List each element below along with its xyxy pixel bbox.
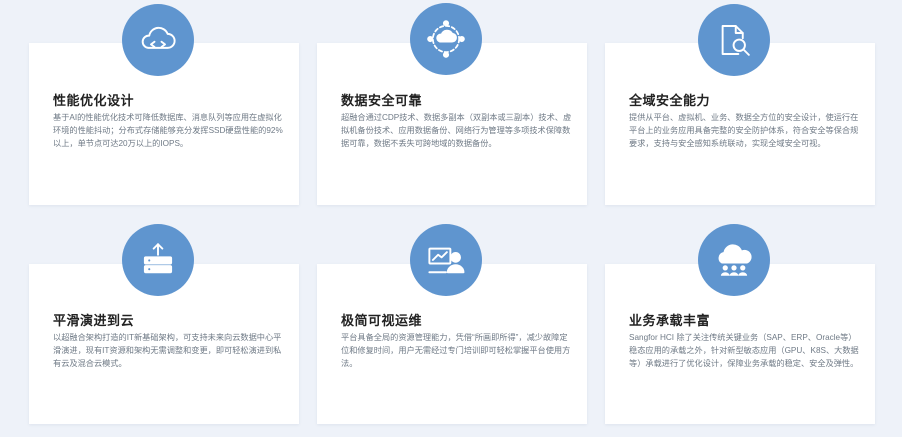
cloud-network-icon (410, 3, 482, 75)
document-search-icon (698, 4, 770, 76)
feature-description: 基于AI的性能优化技术可降低数据库、消息队列等应用在虚拟化环境的性能抖动；分布式… (53, 113, 283, 148)
feature-title: 极简可视运维 (341, 313, 423, 328)
feature-description: 超融合通过CDP技术、数据多副本（双副本或三副本）技术、虚拟机备份技术、应用数据… (341, 113, 572, 148)
feature-title: 全域安全能力 (629, 93, 711, 108)
cloud-icon (122, 4, 194, 76)
presentation-user-icon (410, 224, 482, 296)
server-upload-icon (122, 224, 194, 296)
feature-title: 性能优化设计 (53, 93, 135, 108)
feature-description: Sangfor HCI 除了关注传统关键业务（SAP、ERP、Oracle等）稳… (629, 333, 859, 368)
feature-title: 数据安全可靠 (341, 93, 423, 108)
feature-title: 平滑演进到云 (53, 313, 135, 328)
feature-grid: 性能优化设计 基于AI的性能优化技术可降低数据库、消息队列等应用在虚拟化环境的性… (0, 0, 902, 437)
cloud-users-icon (698, 224, 770, 296)
feature-description: 提供从平台、虚拟机、业务、数据全方位的安全设计，使运行在平台上的业务应用具备完整… (629, 113, 859, 148)
feature-title: 业务承载丰富 (629, 313, 711, 328)
feature-description: 平台具备全局的资源管理能力，凭借“所画即所得”，减少故障定位和修复时间，用户无需… (341, 333, 571, 368)
feature-description: 以超融合架构打造的IT新基础架构，可支持未来向云数据中心平滑演进，现有IT资源和… (53, 333, 282, 368)
